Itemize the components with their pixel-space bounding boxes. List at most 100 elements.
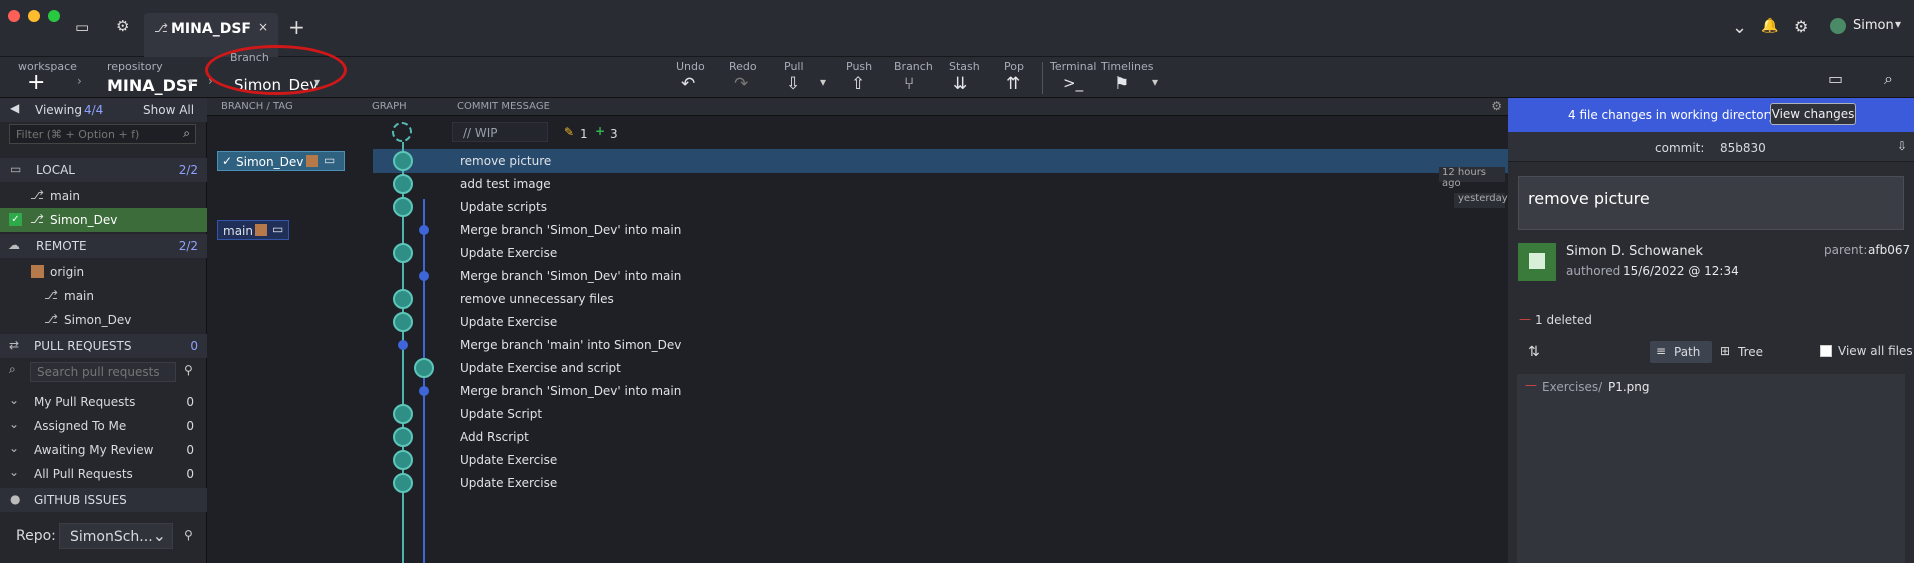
pull-requests-header[interactable]: ⇄ PULL REQUESTS 0 [0,334,207,358]
stash-icon[interactable]: ⇊ [953,74,967,94]
commit-message-box[interactable]: remove picture [1518,176,1904,230]
download-icon[interactable]: ⇩ [1897,139,1907,153]
commit-avatar-node[interactable] [393,312,413,332]
commit-avatar-node[interactable] [393,289,413,309]
filter-icon[interactable]: ⚲ [184,528,193,542]
merge-node[interactable] [419,386,429,396]
sidebar-item-simon-dev[interactable]: ✓ ⎇ Simon_Dev [0,208,207,232]
pop-icon[interactable]: ⇈ [1006,74,1020,94]
filter-icon[interactable]: ⚲ [184,363,193,377]
repo-settings-icon[interactable]: ⚙ [116,17,129,35]
commit-row[interactable]: Update Exercise [452,241,1432,265]
commit-row[interactable]: Update Exercise [452,471,1432,495]
remote-item-simon-dev[interactable]: ⎇ Simon_Dev [0,308,207,332]
graph-column-header[interactable]: GRAPH [372,101,407,112]
commit-row[interactable]: Merge branch 'Simon_Dev' into main [452,218,1432,242]
commit-row[interactable]: Add Rscript [452,425,1432,449]
merge-node[interactable] [419,271,429,281]
pr-item-count: 0 [186,395,194,409]
commit-row[interactable]: Merge branch 'Simon_Dev' into main [452,379,1432,403]
user-name[interactable]: Simon [1853,18,1894,33]
tree-view-button[interactable]: ⊞ Tree [1714,341,1776,363]
commit-avatar-node[interactable] [393,404,413,424]
push-icon[interactable]: ⇧ [851,74,865,94]
folder-icon[interactable]: ▭ [75,18,89,36]
remote-origin[interactable]: origin [0,260,207,284]
merge-node[interactable] [419,225,429,235]
local-section-header[interactable]: ▭ LOCAL 2/2 [0,158,207,182]
maximize-window-button[interactable] [48,10,60,22]
close-window-button[interactable] [8,10,20,22]
main-branch-label[interactable]: main ▭ [217,220,289,240]
commit-row[interactable]: Update Exercise and script [452,356,1432,380]
repository-name[interactable]: MINA_DSF [107,76,198,95]
search-pull-requests-input[interactable] [30,362,176,382]
add-workspace-icon[interactable]: + [27,70,45,95]
commit-row[interactable]: Merge branch 'main' into Simon_Dev [452,333,1432,357]
repository-dropdown-icon[interactable]: ▾ [187,75,193,89]
branch-action-icon[interactable]: ⑂ [904,74,914,94]
pr-item-all[interactable]: ⌄ All Pull Requests 0 [0,462,207,486]
commit-avatar-node[interactable] [393,450,413,470]
commit-row[interactable]: Update Exercise [452,310,1432,334]
commit-row[interactable]: Merge branch 'Simon_Dev' into main [452,264,1432,288]
timelines-icon[interactable]: ⚑ [1114,74,1129,94]
terminal-icon[interactable]: >_ [1063,74,1083,92]
pull-options-icon[interactable]: ▾ [820,75,826,89]
show-all-button[interactable]: Show All [143,103,194,117]
pr-item-assigned[interactable]: ⌄ Assigned To Me 0 [0,414,207,438]
sidebar-item-main[interactable]: ⎇ main [0,184,207,208]
wip-message-input[interactable]: // WIP [452,122,548,142]
branch-tag-column-header[interactable]: BRANCH / TAG [221,101,293,112]
commit-avatar-node[interactable] [393,473,413,493]
remote-item-main[interactable]: ⎇ main [0,284,207,308]
origin-label: origin [50,265,85,279]
view-all-files-checkbox[interactable] [1820,345,1832,357]
user-menu-chevron-icon[interactable]: ▾ [1895,17,1901,31]
timelines-options-icon[interactable]: ▾ [1152,75,1158,89]
repo-select[interactable]: SimonSch... ⌄ [59,523,173,549]
commit-row[interactable]: remove unnecessary files [452,287,1432,311]
pull-icon[interactable]: ⇩ [786,74,800,94]
github-issues-header[interactable]: ● GITHUB ISSUES [0,488,207,512]
commit-avatar-node[interactable] [393,197,413,217]
commit-avatar-node[interactable] [393,243,413,263]
simon-dev-branch-label[interactable]: ✓ Simon_Dev ▭ [217,151,345,171]
commit-row[interactable]: remove picture [452,149,1432,173]
user-avatar[interactable] [1830,18,1846,34]
settings-gear-icon[interactable]: ⚙ [1794,17,1808,36]
layout-toggle-icon[interactable]: ▭ [1828,69,1843,88]
commit-row[interactable]: Update scripts [452,195,1432,219]
commit-message: Update Exercise and script [460,361,621,375]
new-tab-button[interactable]: + [288,15,305,39]
view-changes-button[interactable]: View changes [1770,103,1856,125]
parent-hash[interactable]: afb067 [1868,243,1910,257]
left-sidebar: ◀ Viewing 4/4 Show All ⌕ ▭ LOCAL 2/2 ⎇ m… [0,98,207,563]
back-arrow-icon[interactable]: ◀ [10,101,19,115]
commit-avatar-node[interactable] [393,151,413,171]
commit-row[interactable]: Update Exercise [452,448,1432,472]
pull-requests-label: PULL REQUESTS [34,339,132,353]
sort-icon[interactable]: ⇅ [1528,344,1540,360]
search-icon[interactable]: ⌕ [1884,69,1893,89]
commit-avatar-node[interactable] [393,427,413,447]
remote-section-header[interactable]: ☁ REMOTE 2/2 [0,234,207,258]
path-view-button[interactable]: ≡ Path [1650,341,1712,363]
pr-item-awaiting[interactable]: ⌄ Awaiting My Review 0 [0,438,207,462]
filter-input[interactable] [10,125,170,143]
redo-icon[interactable]: ↷ [734,74,748,94]
commit-avatar-node[interactable] [414,358,434,378]
pr-item-my[interactable]: ⌄ My Pull Requests 0 [0,390,207,414]
commit-row[interactable]: add test image [452,172,1432,196]
column-settings-icon[interactable]: ⚙ [1491,99,1502,113]
commit-row[interactable]: Update Script [452,402,1432,426]
commit-message-column-header[interactable]: COMMIT MESSAGE [457,101,550,112]
merge-node[interactable] [398,340,408,350]
close-tab-icon[interactable]: × [258,20,268,34]
notification-bell-icon[interactable]: 🔔 [1761,18,1778,34]
commit-avatar-node[interactable] [393,174,413,194]
chevron-down-icon[interactable]: ⌄ [1732,17,1747,38]
file-item[interactable]: — Exercises/ P1.png [1517,374,1905,398]
minimize-window-button[interactable] [28,10,40,22]
undo-icon[interactable]: ↶ [681,74,695,94]
